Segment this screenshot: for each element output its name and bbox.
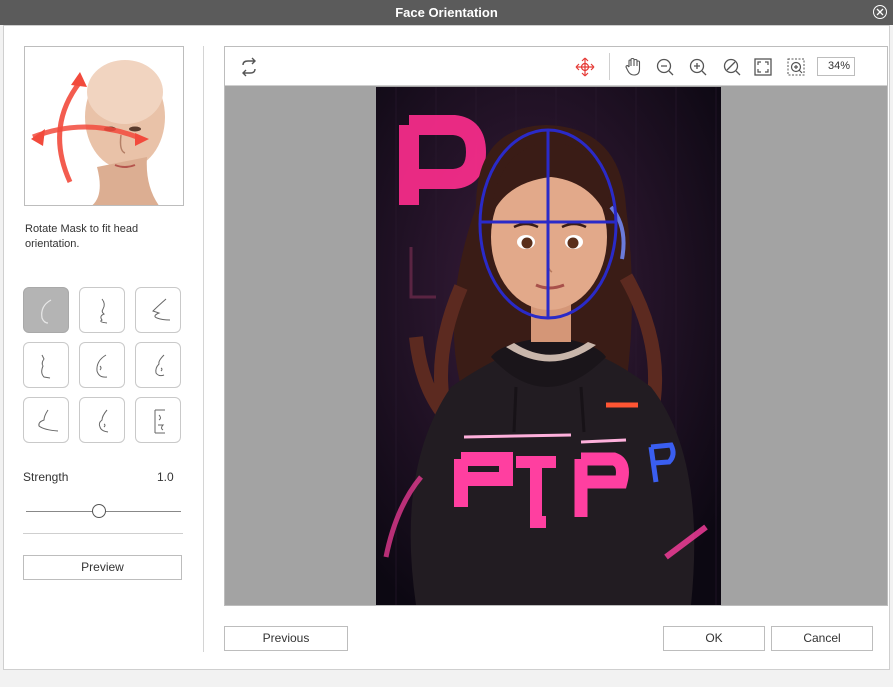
cancel-button[interactable]: Cancel (771, 626, 873, 651)
preset-left-profile-down-button[interactable] (23, 397, 69, 443)
face-orientation-dialog: Rotate Mask to fit head orientation. Str… (3, 25, 890, 670)
preset-left-profile-button[interactable] (23, 342, 69, 388)
face-three-quarter-left-icon (96, 354, 108, 378)
face-left-icon (41, 354, 51, 379)
image-canvas[interactable] (225, 86, 887, 605)
face-right-up-icon (152, 298, 171, 321)
strength-label: Strength (23, 470, 69, 484)
preset-three-quarter-down-button[interactable] (79, 397, 125, 443)
previous-button[interactable]: Previous (224, 626, 348, 651)
orientation-preset-grid (23, 287, 183, 447)
preset-right-profile-button[interactable] (135, 397, 181, 443)
face-front-icon (41, 299, 52, 324)
face-left-up-icon (100, 298, 108, 324)
head-rotation-illustration (24, 46, 184, 206)
window-title: Face Orientation (395, 5, 498, 20)
toolbar-divider (609, 53, 610, 80)
image-viewer: 34% (224, 46, 888, 606)
preview-button[interactable]: Preview (23, 555, 182, 580)
viewer-toolbar: 34% (225, 47, 887, 86)
zoom-selection-icon[interactable] (786, 57, 806, 77)
fit-window-icon[interactable] (753, 57, 773, 77)
strength-value: 1.0 (157, 470, 174, 484)
close-icon[interactable] (873, 5, 887, 19)
zoom-level-field[interactable]: 34% (817, 57, 855, 76)
zoom-out-icon[interactable] (655, 57, 675, 77)
face-three-quarter-right-icon (155, 354, 165, 377)
portrait-image (376, 87, 721, 605)
face-right-icon (154, 409, 165, 434)
actual-size-icon[interactable] (722, 57, 742, 77)
pan-hand-icon[interactable] (623, 57, 643, 77)
strength-slider-thumb[interactable] (92, 504, 106, 518)
panel-divider (203, 46, 204, 652)
zoom-in-icon[interactable] (688, 57, 708, 77)
move-mask-icon[interactable] (575, 57, 595, 77)
divider (23, 533, 183, 534)
preset-left-profile-up-button[interactable] (79, 287, 125, 333)
ok-button[interactable]: OK (663, 626, 765, 651)
face-left-down-icon (38, 409, 59, 432)
preset-three-quarter-left-button[interactable] (79, 342, 125, 388)
title-bar: Face Orientation (0, 0, 893, 25)
preset-front-button[interactable] (23, 287, 69, 333)
preset-right-profile-up-button[interactable] (135, 287, 181, 333)
preset-three-quarter-right-button[interactable] (135, 342, 181, 388)
description-text: Rotate Mask to fit head orientation. (25, 223, 139, 250)
reset-rotation-icon[interactable] (239, 57, 259, 77)
face-three-quarter-down-icon (98, 409, 109, 433)
